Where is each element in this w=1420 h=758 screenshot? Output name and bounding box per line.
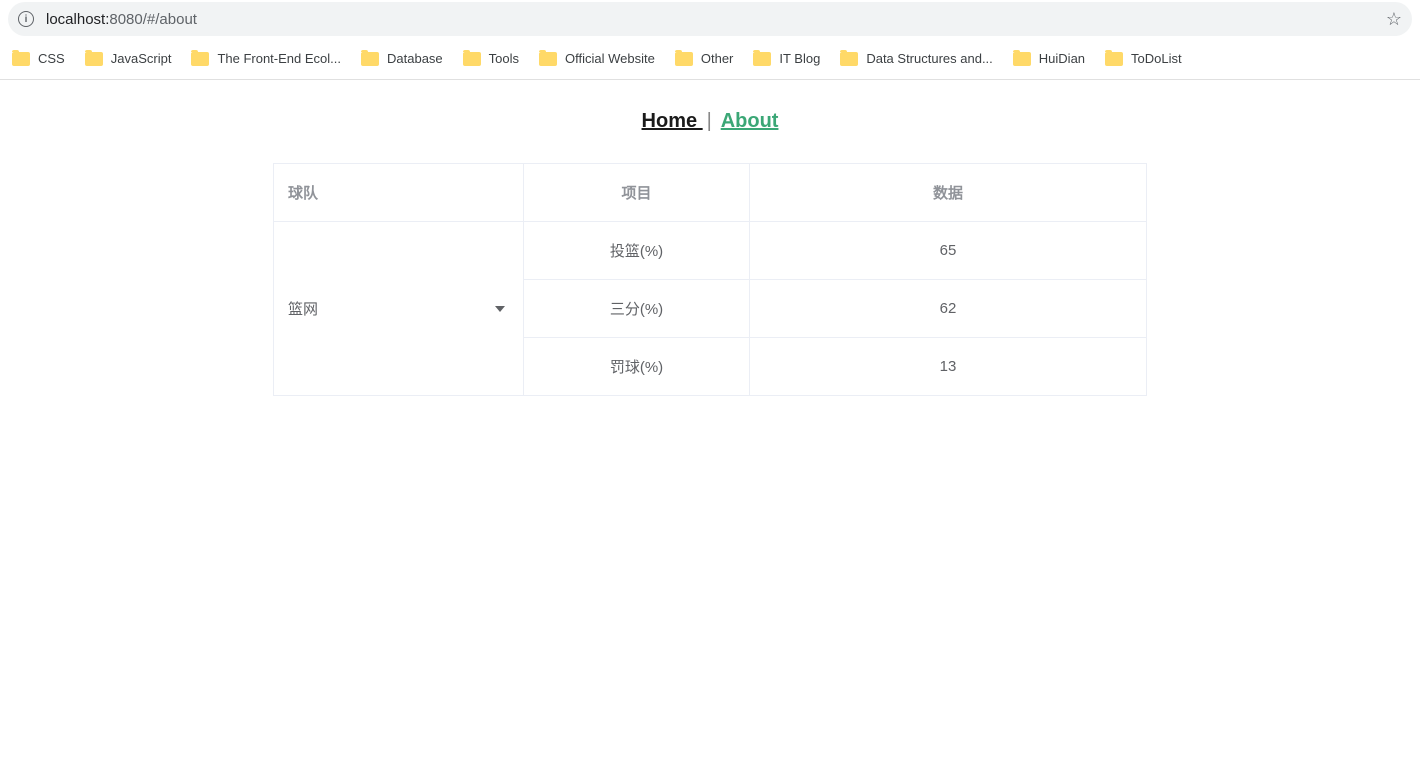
bookmarks-bar: CSS JavaScript The Front-End Ecol... Dat… [0, 38, 1420, 80]
header-data: 数据 [750, 164, 1147, 222]
bookmark-label: Tools [489, 51, 519, 66]
table-header-row: 球队 项目 数据 [274, 164, 1147, 222]
nav-links: Home | About [0, 110, 1420, 133]
bookmark-item[interactable]: HuiDian [1005, 47, 1093, 70]
folder-icon [12, 52, 30, 66]
bookmark-item[interactable]: IT Blog [745, 47, 828, 70]
url-port: 8080 [109, 11, 142, 28]
bookmark-label: Other [701, 51, 734, 66]
folder-icon [753, 52, 771, 66]
folder-icon [463, 52, 481, 66]
header-team: 球队 [274, 164, 524, 222]
bookmark-label: JavaScript [111, 51, 172, 66]
bookmark-item[interactable]: Other [667, 47, 742, 70]
item-cell: 三分(%) [524, 280, 750, 338]
about-link[interactable]: About [721, 110, 779, 132]
data-table: 球队 项目 数据 篮网 投篮(%) 65 三分(%) 62 罚球(%) 13 [273, 163, 1147, 396]
bookmark-item[interactable]: Database [353, 47, 451, 70]
bookmark-label: The Front-End Ecol... [217, 51, 341, 66]
value-cell: 13 [750, 338, 1147, 396]
bookmark-label: ToDoList [1131, 51, 1182, 66]
folder-icon [361, 52, 379, 66]
bookmark-label: IT Blog [779, 51, 820, 66]
team-cell[interactable]: 篮网 [274, 222, 524, 396]
bookmark-item[interactable]: Tools [455, 47, 527, 70]
chevron-down-icon[interactable] [495, 306, 505, 312]
bookmark-item[interactable]: Data Structures and... [832, 47, 1000, 70]
url-text[interactable]: localhost:8080/#/about [46, 11, 1386, 28]
bookmark-label: CSS [38, 51, 65, 66]
table-row: 篮网 投篮(%) 65 [274, 222, 1147, 280]
item-cell: 投篮(%) [524, 222, 750, 280]
bookmark-label: Data Structures and... [866, 51, 992, 66]
bookmark-label: HuiDian [1039, 51, 1085, 66]
info-icon[interactable]: i [18, 11, 34, 27]
header-item: 项目 [524, 164, 750, 222]
folder-icon [85, 52, 103, 66]
bookmark-star-icon[interactable]: ☆ [1386, 9, 1402, 30]
bookmark-label: Official Website [565, 51, 655, 66]
home-link[interactable]: Home [642, 110, 703, 132]
bookmark-item[interactable]: CSS [4, 47, 73, 70]
folder-icon [675, 52, 693, 66]
address-bar[interactable]: i localhost:8080/#/about ☆ [8, 2, 1412, 36]
bookmark-label: Database [387, 51, 443, 66]
nav-separator: | [707, 110, 712, 132]
folder-icon [191, 52, 209, 66]
item-cell: 罚球(%) [524, 338, 750, 396]
url-path: /#/about [143, 11, 197, 28]
bookmark-item[interactable]: ToDoList [1097, 47, 1190, 70]
bookmark-item[interactable]: The Front-End Ecol... [183, 47, 349, 70]
team-name: 篮网 [288, 301, 318, 318]
folder-icon [840, 52, 858, 66]
url-host: localhost: [46, 11, 109, 28]
folder-icon [1105, 52, 1123, 66]
folder-icon [1013, 52, 1031, 66]
value-cell: 65 [750, 222, 1147, 280]
bookmark-item[interactable]: JavaScript [77, 47, 180, 70]
folder-icon [539, 52, 557, 66]
page-content: Home | About 球队 项目 数据 篮网 投篮(%) 65 三分(%) [0, 80, 1420, 396]
bookmark-item[interactable]: Official Website [531, 47, 663, 70]
value-cell: 62 [750, 280, 1147, 338]
